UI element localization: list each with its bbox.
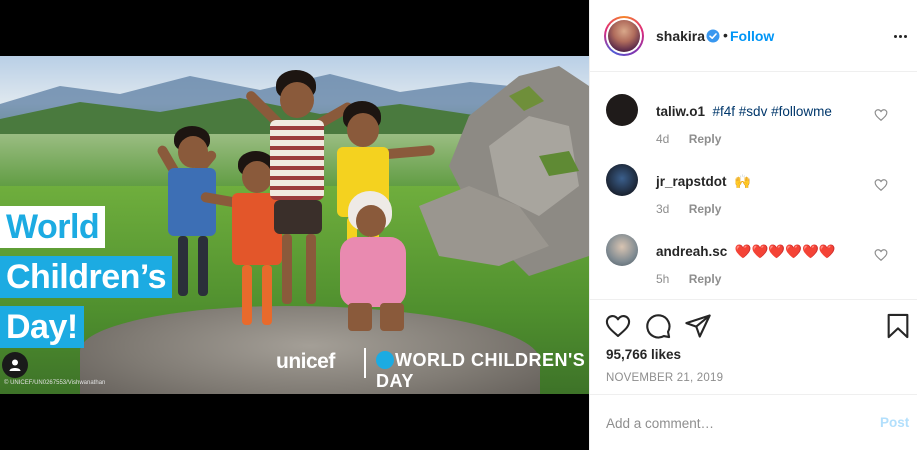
overlay-title-line: Children’s <box>0 256 172 298</box>
comment-meta: 5h Reply <box>656 272 721 286</box>
comment-text: ❤️❤️❤️❤️❤️❤️ <box>734 244 836 259</box>
reply-button[interactable]: Reply <box>689 202 722 216</box>
user-tag-icon <box>9 359 21 371</box>
like-count[interactable]: 95,766 likes <box>606 347 681 362</box>
more-options-button[interactable] <box>890 26 910 46</box>
post-sidebar: shakira • Follow taliw.o1 #f4f #sdv #fol… <box>589 0 917 450</box>
comment-like-icon[interactable] <box>874 248 888 262</box>
comment-text: 🙌 <box>734 174 751 189</box>
comment-username[interactable]: jr_rapstdot <box>656 174 727 189</box>
globe-icon <box>376 351 394 369</box>
overlay-title-line: Day! <box>0 306 84 348</box>
comment-bubble-icon[interactable] <box>644 312 672 340</box>
comment-body: andreah.sc ❤️❤️❤️❤️❤️❤️ <box>656 244 836 260</box>
overlay-title-line: World <box>0 206 106 248</box>
comment-username[interactable]: andreah.sc <box>656 244 727 259</box>
share-plane-icon[interactable] <box>684 312 712 340</box>
header-separator: • <box>723 27 728 43</box>
add-comment-bar: Post <box>590 394 917 450</box>
comment-item: jr_rapstdot 🙌 3d Reply <box>606 164 906 224</box>
comment-like-icon[interactable] <box>874 178 888 192</box>
commenter-avatar[interactable] <box>606 164 638 196</box>
post-date[interactable]: NOVEMBER 21, 2019 <box>606 372 723 384</box>
campaign-logo-text: WORLD CHILDREN'S DAY <box>376 350 586 391</box>
comment-text[interactable]: #f4f #sdv #followme <box>713 104 832 119</box>
comment-time: 4d <box>656 132 670 146</box>
comment-like-icon[interactable] <box>874 108 888 122</box>
commenter-avatar[interactable] <box>606 234 638 266</box>
post-actions <box>590 312 917 342</box>
user-tag-button[interactable] <box>2 352 28 378</box>
comment-meta: 3d Reply <box>656 202 721 216</box>
comment-body: taliw.o1 #f4f #sdv #followme <box>656 104 832 119</box>
comment-username[interactable]: taliw.o1 <box>656 104 705 119</box>
verified-badge-icon <box>706 29 720 43</box>
follow-button[interactable]: Follow <box>730 28 774 44</box>
post-header: shakira • Follow <box>590 0 917 72</box>
child-figure <box>330 191 420 341</box>
author-username[interactable]: shakira <box>656 28 705 44</box>
comment-time: 5h <box>656 272 670 286</box>
reply-button[interactable]: Reply <box>689 272 722 286</box>
post-comment-button[interactable]: Post <box>880 415 909 430</box>
avatar-image <box>608 20 640 52</box>
post-photo[interactable]: World Children’s Day! unicef WORLD CHILD… <box>0 56 589 394</box>
comment-item: andreah.sc ❤️❤️❤️❤️❤️❤️ 5h Reply <box>606 234 906 294</box>
unicef-logo: unicef <box>276 350 335 373</box>
more-options-icon <box>893 34 897 38</box>
author-avatar[interactable] <box>604 16 644 56</box>
comment-meta: 4d Reply <box>656 132 721 146</box>
comment-body: jr_rapstdot 🙌 <box>656 174 751 190</box>
campaign-logo: WORLD CHILDREN'S DAY <box>376 350 589 392</box>
commenter-avatar[interactable] <box>606 94 638 126</box>
logo-divider <box>364 348 366 378</box>
comment-input[interactable] <box>606 413 866 433</box>
reply-button[interactable]: Reply <box>689 132 722 146</box>
comment-time: 3d <box>656 202 670 216</box>
comments-list[interactable]: taliw.o1 #f4f #sdv #followme 4d Reply jr… <box>590 72 917 300</box>
post-media[interactable]: World Children’s Day! unicef WORLD CHILD… <box>0 0 589 450</box>
photo-credit: © UNICEF/UN0267553/Vishwanathan <box>4 380 106 386</box>
like-heart-icon[interactable] <box>604 312 632 340</box>
save-bookmark-icon[interactable] <box>884 312 912 340</box>
comment-item: taliw.o1 #f4f #sdv #followme 4d Reply <box>606 94 906 154</box>
